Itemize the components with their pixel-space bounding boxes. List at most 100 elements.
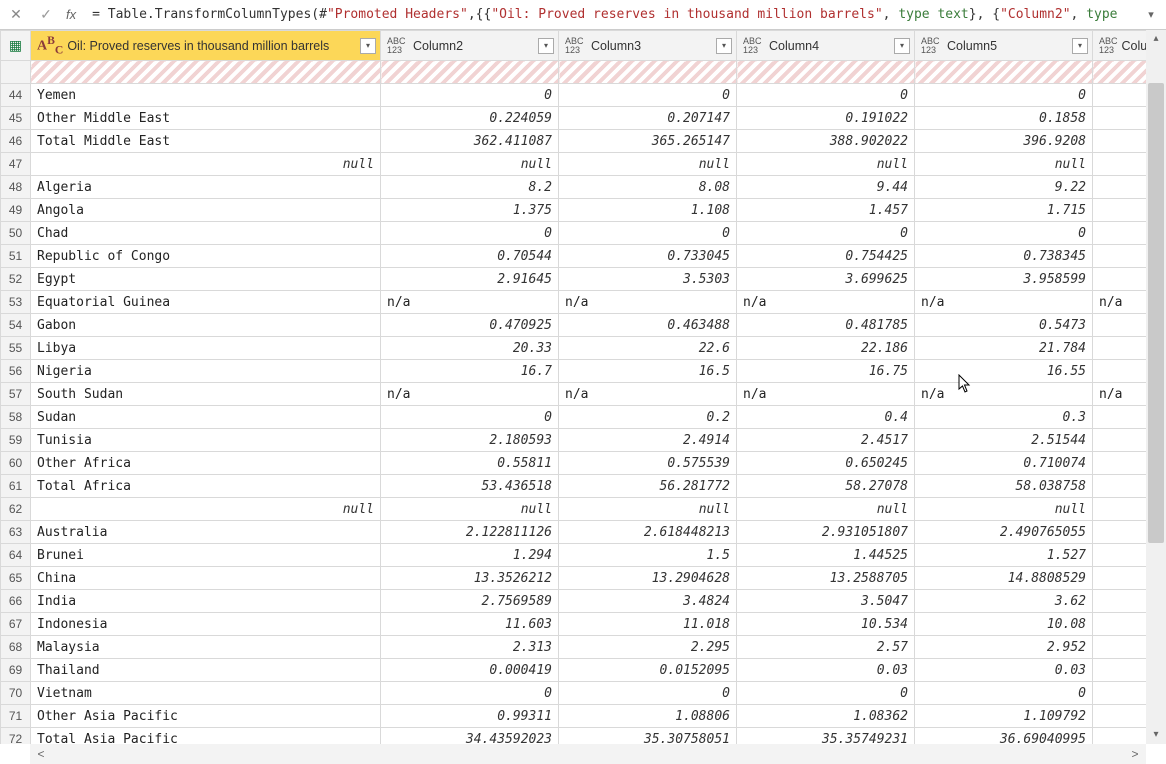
vertical-scrollbar[interactable]: ▴ ▾ (1146, 30, 1166, 744)
table-cell[interactable]: 13.2904628 (559, 567, 737, 590)
table-cell[interactable]: 13.2588705 (737, 567, 915, 590)
table-cell[interactable]: India (31, 590, 381, 613)
table-cell[interactable]: 1.08362 (737, 705, 915, 728)
table-cell[interactable]: 0 (737, 222, 915, 245)
table-cell[interactable]: Thailand (31, 659, 381, 682)
table-cell[interactable]: 0.470925 (381, 314, 559, 337)
table-cell[interactable]: Australia (31, 521, 381, 544)
table-row[interactable]: 63Australia2.1228111262.6184482132.93105… (1, 521, 1147, 544)
table-cell[interactable]: Yemen (31, 84, 381, 107)
row-number[interactable]: 62 (1, 498, 31, 521)
table-cell[interactable] (1093, 176, 1147, 199)
table-cell[interactable] (1093, 636, 1147, 659)
table-row[interactable]: 67Indonesia11.60311.01810.53410.08 (1, 613, 1147, 636)
cancel-formula-button[interactable]: ✕ (6, 6, 26, 23)
table-row[interactable]: 66India2.75695893.48243.50473.62 (1, 590, 1147, 613)
table-row[interactable]: 58Sudan00.20.40.3 (1, 406, 1147, 429)
table-cell[interactable] (1093, 222, 1147, 245)
table-cell[interactable] (1093, 613, 1147, 636)
table-cell[interactable]: null (737, 498, 915, 521)
table-cell[interactable]: null (737, 153, 915, 176)
scroll-track[interactable] (1146, 48, 1166, 726)
table-cell[interactable]: 21.784 (915, 337, 1093, 360)
table-row[interactable]: 54Gabon0.4709250.4634880.4817850.5473 (1, 314, 1147, 337)
table-row[interactable]: 49Angola1.3751.1081.4571.715 (1, 199, 1147, 222)
table-cell[interactable] (1093, 84, 1147, 107)
table-cell[interactable]: 0.1858 (915, 107, 1093, 130)
table-cell[interactable]: 3.62 (915, 590, 1093, 613)
table-cell[interactable]: 0.0152095 (559, 659, 737, 682)
table-cell[interactable]: 0 (381, 682, 559, 705)
table-cell[interactable]: n/a (381, 383, 559, 406)
table-cell[interactable]: 1.08806 (559, 705, 737, 728)
table-cell[interactable]: 2.4517 (737, 429, 915, 452)
table-cell[interactable] (1093, 199, 1147, 222)
table-cell[interactable]: 0 (559, 682, 737, 705)
table-cell[interactable]: 35.30758051 (559, 728, 737, 745)
table-cell[interactable]: 1.527 (915, 544, 1093, 567)
table-cell[interactable]: 1.108 (559, 199, 737, 222)
table-cell[interactable]: Gabon (31, 314, 381, 337)
table-cell[interactable]: 9.22 (915, 176, 1093, 199)
table-cell[interactable]: 0 (381, 406, 559, 429)
horizontal-scrollbar[interactable]: < > (30, 744, 1146, 764)
scroll-right-button[interactable]: > (1124, 744, 1146, 764)
table-cell[interactable]: 3.5303 (559, 268, 737, 291)
table-cell[interactable]: China (31, 567, 381, 590)
column-header-c4[interactable]: ABC123 Column5 ▾ (915, 31, 1093, 61)
table-cell[interactable]: 2.57 (737, 636, 915, 659)
table-cell[interactable] (1093, 544, 1147, 567)
table-cell[interactable]: 0.55811 (381, 452, 559, 475)
table-cell[interactable]: null (915, 498, 1093, 521)
table-cell[interactable]: Equatorial Guinea (31, 291, 381, 314)
table-row[interactable]: 72Total Asia Pacific34.4359202335.307580… (1, 728, 1147, 745)
table-cell[interactable] (1093, 130, 1147, 153)
row-number[interactable]: 64 (1, 544, 31, 567)
table-cell[interactable]: 22.6 (559, 337, 737, 360)
table-cell[interactable] (1093, 590, 1147, 613)
table-cell[interactable] (1093, 245, 1147, 268)
scroll-thumb[interactable] (1148, 83, 1164, 543)
table-cell[interactable]: 0.5473 (915, 314, 1093, 337)
table-cell[interactable]: 1.457 (737, 199, 915, 222)
table-cell[interactable]: 2.313 (381, 636, 559, 659)
filter-dropdown-button[interactable]: ▾ (894, 38, 910, 54)
table-cell[interactable]: 0.575539 (559, 452, 737, 475)
table-row[interactable]: 60Other Africa0.558110.5755390.6502450.7… (1, 452, 1147, 475)
table-cell[interactable]: 0.99311 (381, 705, 559, 728)
table-cell[interactable]: n/a (1093, 383, 1147, 406)
row-number[interactable]: 72 (1, 728, 31, 745)
table-cell[interactable]: 2.122811126 (381, 521, 559, 544)
table-cell[interactable]: 0.03 (915, 659, 1093, 682)
table-cell[interactable]: Tunisia (31, 429, 381, 452)
table-cell[interactable]: 1.109792 (915, 705, 1093, 728)
table-cell[interactable]: Brunei (31, 544, 381, 567)
table-cell[interactable]: 22.186 (737, 337, 915, 360)
row-number[interactable]: 61 (1, 475, 31, 498)
table-cell[interactable]: 388.902022 (737, 130, 915, 153)
table-cell[interactable]: Total Asia Pacific (31, 728, 381, 745)
table-cell[interactable] (1093, 728, 1147, 745)
row-number[interactable]: 44 (1, 84, 31, 107)
table-cell[interactable]: 0.733045 (559, 245, 737, 268)
row-number[interactable]: 47 (1, 153, 31, 176)
table-cell[interactable]: 0 (381, 84, 559, 107)
table-cell[interactable]: 58.27078 (737, 475, 915, 498)
column-header-c2[interactable]: ABC123 Column3 ▾ (559, 31, 737, 61)
table-cell[interactable]: n/a (559, 383, 737, 406)
table-row[interactable]: 64Brunei1.2941.51.445251.527 (1, 544, 1147, 567)
table-cell[interactable]: 0.738345 (915, 245, 1093, 268)
table-cell[interactable]: 2.952 (915, 636, 1093, 659)
table-cell[interactable]: 0.650245 (737, 452, 915, 475)
table-cell[interactable]: 2.91645 (381, 268, 559, 291)
table-cell[interactable]: 0 (559, 84, 737, 107)
table-cell[interactable]: null (31, 153, 381, 176)
table-cell[interactable]: 8.08 (559, 176, 737, 199)
row-number[interactable]: 46 (1, 130, 31, 153)
table-row[interactable]: 70Vietnam0000 (1, 682, 1147, 705)
table-cell[interactable]: Libya (31, 337, 381, 360)
table-cell[interactable]: 1.715 (915, 199, 1093, 222)
table-cell[interactable] (1093, 107, 1147, 130)
table-cell[interactable]: 0.481785 (737, 314, 915, 337)
filter-dropdown-button[interactable]: ▾ (538, 38, 554, 54)
